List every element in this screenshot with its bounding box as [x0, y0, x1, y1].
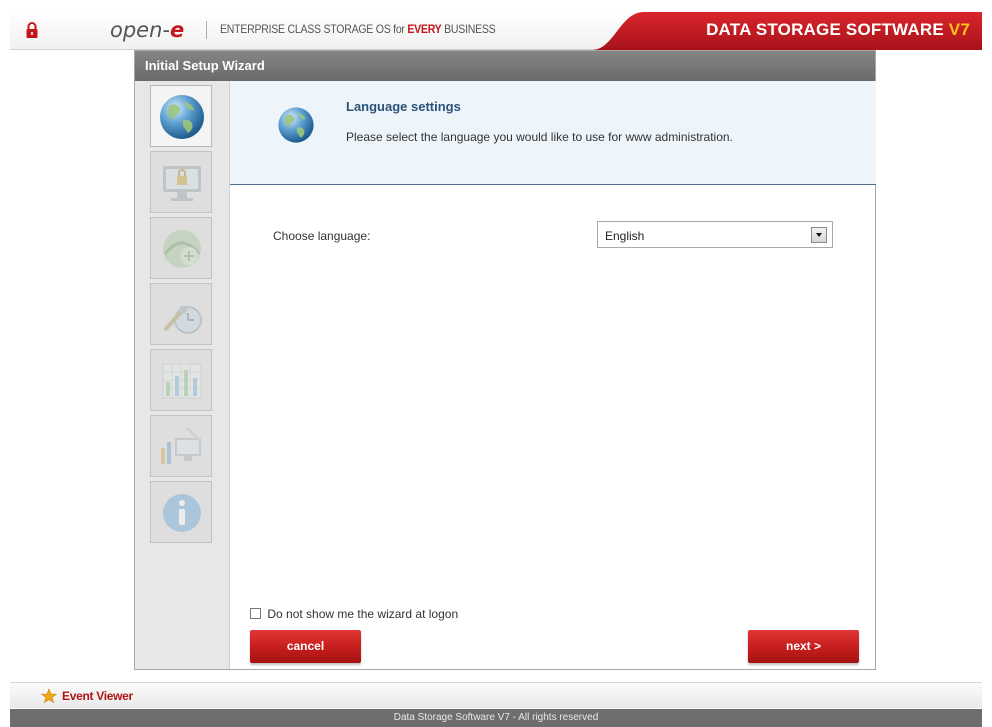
open-e-logo: open-e [110, 18, 185, 42]
tagline: ENTERPRISE CLASS STORAGE OS for EVERY BU… [220, 22, 496, 36]
cancel-button[interactable]: cancel [250, 630, 361, 663]
monitor-lock-icon [163, 166, 201, 201]
step-monitoring[interactable] [150, 415, 212, 477]
wizard-content: Language settings Please select the lang… [230, 81, 876, 669]
dont-show-row: Do not show me the wizard at logon [250, 607, 458, 621]
section-title: Language settings [346, 99, 461, 114]
computer-chart-icon [161, 426, 203, 464]
dont-show-checkbox[interactable] [250, 608, 261, 619]
step-time[interactable] [150, 283, 212, 345]
setup-wizard: Initial Setup Wizard Language settings P… [134, 50, 876, 670]
grid-chart-icon [162, 363, 202, 399]
network-icon [163, 230, 201, 268]
clock-tools-icon [163, 306, 202, 334]
header-divider [206, 21, 207, 39]
section-description: Please select the language you would lik… [346, 130, 733, 144]
star-icon [41, 688, 57, 704]
step-volumes[interactable] [150, 349, 212, 411]
section-header: Language settings Please select the lang… [230, 81, 876, 185]
language-label: Choose language: [273, 229, 371, 243]
step-language[interactable] [150, 85, 212, 147]
step-security[interactable] [150, 151, 212, 213]
globe-icon [278, 107, 314, 143]
dont-show-label[interactable]: Do not show me the wizard at logon [267, 607, 458, 621]
top-header: open-e ENTERPRISE CLASS STORAGE OS for E… [10, 12, 982, 50]
wizard-title: Initial Setup Wizard [135, 51, 875, 81]
brand-title: DATA STORAGE SOFTWARE V7 [706, 20, 970, 39]
info-icon [163, 494, 201, 532]
wizard-steps [135, 81, 230, 669]
event-viewer-link[interactable]: Event Viewer [62, 689, 133, 703]
step-network[interactable] [150, 217, 212, 279]
lock-icon[interactable] [25, 21, 39, 39]
next-button[interactable]: next > [748, 630, 859, 663]
chevron-down-icon[interactable] [811, 227, 827, 243]
language-select-value: English [605, 229, 645, 243]
globe-icon [160, 95, 204, 139]
footer: Data Storage Software V7 - All rights re… [10, 709, 982, 727]
step-info[interactable] [150, 481, 212, 543]
bottom-bar: Event Viewer [10, 682, 982, 708]
language-select[interactable]: English [597, 221, 833, 248]
